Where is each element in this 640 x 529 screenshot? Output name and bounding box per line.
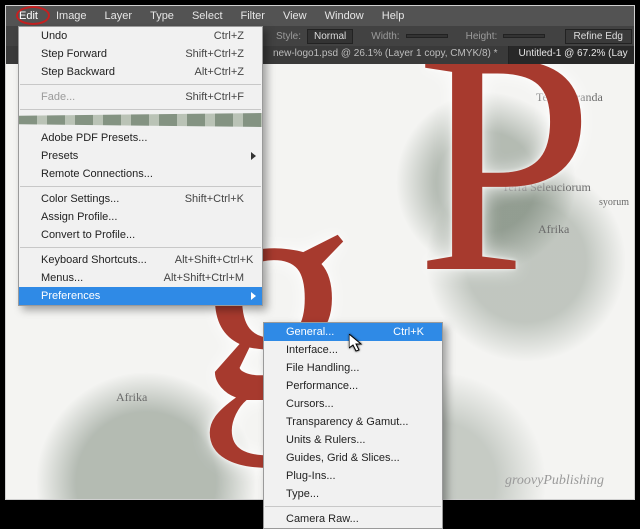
style-select[interactable]: Normal (307, 29, 353, 44)
edit-step-forward[interactable]: Step ForwardShift+Ctrl+Z (19, 45, 262, 63)
map-label: Afrika (116, 390, 147, 405)
menu-help[interactable]: Help (373, 7, 414, 25)
edit-keyboard-shortcuts[interactable]: Keyboard Shortcuts...Alt+Shift+Ctrl+K (19, 251, 262, 269)
width-input[interactable] (406, 34, 448, 38)
menu-layer[interactable]: Layer (96, 7, 142, 25)
document-tab[interactable]: Untitled-1 @ 67.2% (Lay (509, 46, 634, 64)
menu-torn-row (19, 113, 262, 127)
chevron-right-icon (251, 292, 256, 300)
edit-preferences[interactable]: Preferences (19, 287, 262, 305)
main-menubar: Edit Image Layer Type Select Filter View… (6, 6, 634, 26)
artwork-letter-p: P (416, 62, 594, 322)
prefs-general[interactable]: General...Ctrl+K (264, 323, 442, 341)
edit-remote-connections[interactable]: Remote Connections... (19, 165, 262, 183)
edit-menus[interactable]: Menus...Alt+Shift+Ctrl+M (19, 269, 262, 287)
edit-presets[interactable]: Presets (19, 147, 262, 165)
edit-assign-profile[interactable]: Assign Profile... (19, 208, 262, 226)
prefs-cursors[interactable]: Cursors... (264, 395, 442, 413)
prefs-camera-raw[interactable]: Camera Raw... (264, 510, 442, 528)
watermark: groovyPublishing (505, 473, 604, 489)
menu-filter[interactable]: Filter (232, 7, 274, 25)
prefs-type[interactable]: Type... (264, 485, 442, 503)
preferences-submenu: General...Ctrl+K Interface... File Handl… (263, 322, 443, 529)
chevron-right-icon (251, 152, 256, 160)
height-label: Height: (466, 31, 498, 42)
prefs-units[interactable]: Units & Rulers... (264, 431, 442, 449)
edit-pdf-presets[interactable]: Adobe PDF Presets... (19, 129, 262, 147)
map-label: syorum (599, 197, 629, 208)
prefs-file-handling[interactable]: File Handling... (264, 359, 442, 377)
prefs-guides[interactable]: Guides, Grid & Slices... (264, 449, 442, 467)
edit-menu-dropdown: UndoCtrl+Z Step ForwardShift+Ctrl+Z Step… (18, 26, 263, 306)
prefs-transparency[interactable]: Transparency & Gamut... (264, 413, 442, 431)
prefs-performance[interactable]: Performance... (264, 377, 442, 395)
menu-type[interactable]: Type (141, 7, 183, 25)
menu-image[interactable]: Image (47, 7, 96, 25)
height-input[interactable] (503, 34, 545, 38)
prefs-interface[interactable]: Interface... (264, 341, 442, 359)
prefs-plugins[interactable]: Plug-Ins... (264, 467, 442, 485)
edit-color-settings[interactable]: Color Settings...Shift+Ctrl+K (19, 190, 262, 208)
menu-view[interactable]: View (274, 7, 316, 25)
menu-window[interactable]: Window (316, 7, 373, 25)
edit-convert-profile[interactable]: Convert to Profile... (19, 226, 262, 244)
width-label: Width: (371, 31, 399, 42)
edit-fade: Fade...Shift+Ctrl+F (19, 88, 262, 106)
menu-edit[interactable]: Edit (10, 7, 47, 25)
document-tab[interactable]: new-logo1.psd @ 26.1% (Layer 1 copy, CMY… (263, 46, 509, 64)
refine-edge-button[interactable]: Refine Edg (565, 29, 632, 44)
menu-select[interactable]: Select (183, 7, 232, 25)
edit-undo[interactable]: UndoCtrl+Z (19, 27, 262, 45)
edit-step-backward[interactable]: Step BackwardAlt+Ctrl+Z (19, 63, 262, 81)
style-label: Style: (276, 31, 301, 42)
